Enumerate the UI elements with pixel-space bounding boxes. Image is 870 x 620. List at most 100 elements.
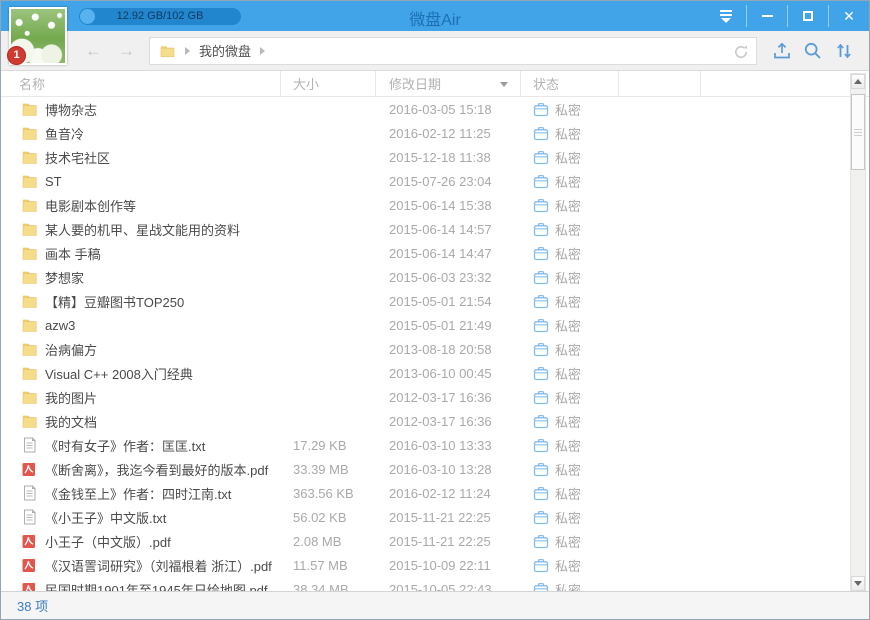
status-label: 私密 xyxy=(555,172,581,191)
file-row[interactable]: 某人要的机甲、星战文能用的资料 2015-06-14 14:57 私密 xyxy=(1,217,869,241)
status-label: 私密 xyxy=(555,508,581,527)
file-name-cell: 小王子（中文版）.pdf xyxy=(1,532,281,551)
file-name: 我的文档 xyxy=(45,412,97,431)
file-row[interactable]: 《小王子》中文版.txt 56.02 KB 2015-11-21 22:25 私… xyxy=(1,505,869,529)
status-badge: 私密 xyxy=(521,196,671,215)
user-avatar[interactable]: 1 xyxy=(9,7,67,65)
file-name: ST xyxy=(45,174,62,189)
private-icon xyxy=(533,342,549,357)
column-header-extra xyxy=(619,71,701,96)
private-icon xyxy=(533,534,549,549)
file-row[interactable]: 技术宅社区 2015-12-18 11:38 私密 xyxy=(1,145,869,169)
folder-icon xyxy=(21,341,38,357)
column-header-name[interactable]: 名称 xyxy=(1,71,281,96)
refresh-button[interactable] xyxy=(732,43,750,61)
item-count: 38 项 xyxy=(17,596,48,615)
file-modified-date: 2015-05-01 21:49 xyxy=(376,318,521,333)
file-name: 《汉语詈词研究》（刘福根着 浙江）.pdf xyxy=(45,556,272,575)
file-row[interactable]: Visual C++ 2008入门经典 2013-06-10 00:45 私密 xyxy=(1,361,869,385)
file-name-cell: 某人要的机甲、星战文能用的资料 xyxy=(1,220,281,239)
status-label: 私密 xyxy=(555,292,581,311)
file-row[interactable]: 电影剧本创作等 2015-06-14 15:38 私密 xyxy=(1,193,869,217)
file-row[interactable]: 我的文档 2012-03-17 16:36 私密 xyxy=(1,409,869,433)
forward-button[interactable]: → xyxy=(118,41,135,61)
private-icon xyxy=(533,318,549,333)
private-icon xyxy=(533,270,549,285)
status-label: 私密 xyxy=(555,460,581,479)
back-button[interactable]: ← xyxy=(85,41,102,61)
titlebar: 微盘Air 12.92 GB/102 GB ✕ xyxy=(1,1,869,31)
notification-badge[interactable]: 1 xyxy=(7,46,26,65)
vertical-scrollbar[interactable] xyxy=(850,73,866,592)
private-icon xyxy=(533,150,549,165)
private-icon xyxy=(533,510,549,525)
file-row[interactable]: 《时有女子》作者：匡匡.txt 17.29 KB 2016-03-10 13:3… xyxy=(1,433,869,457)
scroll-down-button[interactable] xyxy=(851,576,865,591)
file-modified-date: 2015-06-14 15:38 xyxy=(376,198,521,213)
file-row[interactable]: 【精】豆瓣图书TOP250 2015-05-01 21:54 私密 xyxy=(1,289,869,313)
private-icon xyxy=(533,102,549,117)
scroll-up-button[interactable] xyxy=(851,74,865,89)
scrollbar-thumb[interactable] xyxy=(851,94,865,170)
private-icon xyxy=(533,174,549,189)
column-header-size[interactable]: 大小 xyxy=(281,71,376,96)
status-badge: 私密 xyxy=(521,172,671,191)
column-header-status[interactable]: 状态 xyxy=(521,71,619,96)
file-row[interactable]: 画本 手稿 2015-06-14 14:47 私密 xyxy=(1,241,869,265)
maximize-button[interactable] xyxy=(788,1,828,31)
status-label: 私密 xyxy=(555,196,581,215)
file-modified-date: 2015-12-18 11:38 xyxy=(376,150,521,165)
private-icon xyxy=(533,222,549,237)
file-name: 【精】豆瓣图书TOP250 xyxy=(45,292,184,311)
file-row[interactable]: 《断舍离》，我迄今看到最好的版本.pdf 33.39 MB 2016-03-10… xyxy=(1,457,869,481)
search-button[interactable] xyxy=(802,40,824,62)
breadcrumb-root[interactable]: 我的微盘 xyxy=(199,41,251,60)
file-row[interactable]: 治病偏方 2013-08-18 20:58 私密 xyxy=(1,337,869,361)
column-header-modified[interactable]: 修改日期 xyxy=(376,71,521,96)
chevron-down-icon[interactable] xyxy=(500,82,508,87)
file-name-cell: 我的图片 xyxy=(1,388,281,407)
file-row[interactable]: 《金钱至上》作者：四时江南.txt 363.56 KB 2016-02-12 1… xyxy=(1,481,869,505)
private-icon xyxy=(533,390,549,405)
file-modified-date: 2016-02-12 11:24 xyxy=(376,486,521,501)
status-label: 私密 xyxy=(555,556,581,575)
close-icon: ✕ xyxy=(843,9,855,23)
file-row[interactable]: 我的图片 2012-03-17 16:36 私密 xyxy=(1,385,869,409)
private-icon xyxy=(533,462,549,477)
file-row[interactable]: 小王子（中文版）.pdf 2.08 MB 2015-11-21 22:25 私密 xyxy=(1,529,869,553)
status-label: 私密 xyxy=(555,268,581,287)
main-menu-button[interactable] xyxy=(706,1,746,31)
file-row[interactable]: 梦想家 2015-06-03 23:32 私密 xyxy=(1,265,869,289)
file-row[interactable]: azw3 2015-05-01 21:49 私密 xyxy=(1,313,869,337)
transfer-list-button[interactable] xyxy=(833,40,855,62)
file-name: 鱼音冷 xyxy=(45,124,84,143)
file-name-cell: 《小王子》中文版.txt xyxy=(1,508,281,527)
close-button[interactable]: ✕ xyxy=(829,1,869,31)
file-modified-date: 2015-06-03 23:32 xyxy=(376,270,521,285)
status-badge: 私密 xyxy=(521,316,671,335)
folder-icon xyxy=(21,245,38,261)
status-label: 私密 xyxy=(555,316,581,335)
file-row[interactable]: 鱼音冷 2016-02-12 11:25 私密 xyxy=(1,121,869,145)
minimize-button[interactable] xyxy=(747,1,787,31)
private-icon xyxy=(533,246,549,261)
status-label: 私密 xyxy=(555,388,581,407)
status-label: 私密 xyxy=(555,100,581,119)
file-name-cell: 《汉语詈词研究》（刘福根着 浙江）.pdf xyxy=(1,556,281,575)
file-name-cell: 鱼音冷 xyxy=(1,124,281,143)
folder-icon xyxy=(21,389,38,405)
file-name-cell: 技术宅社区 xyxy=(1,148,281,167)
breadcrumb-separator-icon xyxy=(185,47,190,55)
file-name: 梦想家 xyxy=(45,268,84,287)
file-row[interactable]: ST 2015-07-26 23:04 私密 xyxy=(1,169,869,193)
status-label: 私密 xyxy=(555,436,581,455)
file-modified-date: 2012-03-17 16:36 xyxy=(376,390,521,405)
breadcrumb: 我的微盘 xyxy=(149,37,757,65)
refresh-icon xyxy=(732,43,750,61)
file-name: 某人要的机甲、星战文能用的资料 xyxy=(45,220,240,239)
file-row[interactable]: 《汉语詈词研究》（刘福根着 浙江）.pdf 11.57 MB 2015-10-0… xyxy=(1,553,869,577)
file-row[interactable]: 博物杂志 2016-03-05 15:18 私密 xyxy=(1,97,869,121)
txt-file-icon xyxy=(21,485,38,501)
storage-usage-bar: 12.92 GB/102 GB xyxy=(79,8,241,25)
upload-button[interactable] xyxy=(771,40,793,62)
